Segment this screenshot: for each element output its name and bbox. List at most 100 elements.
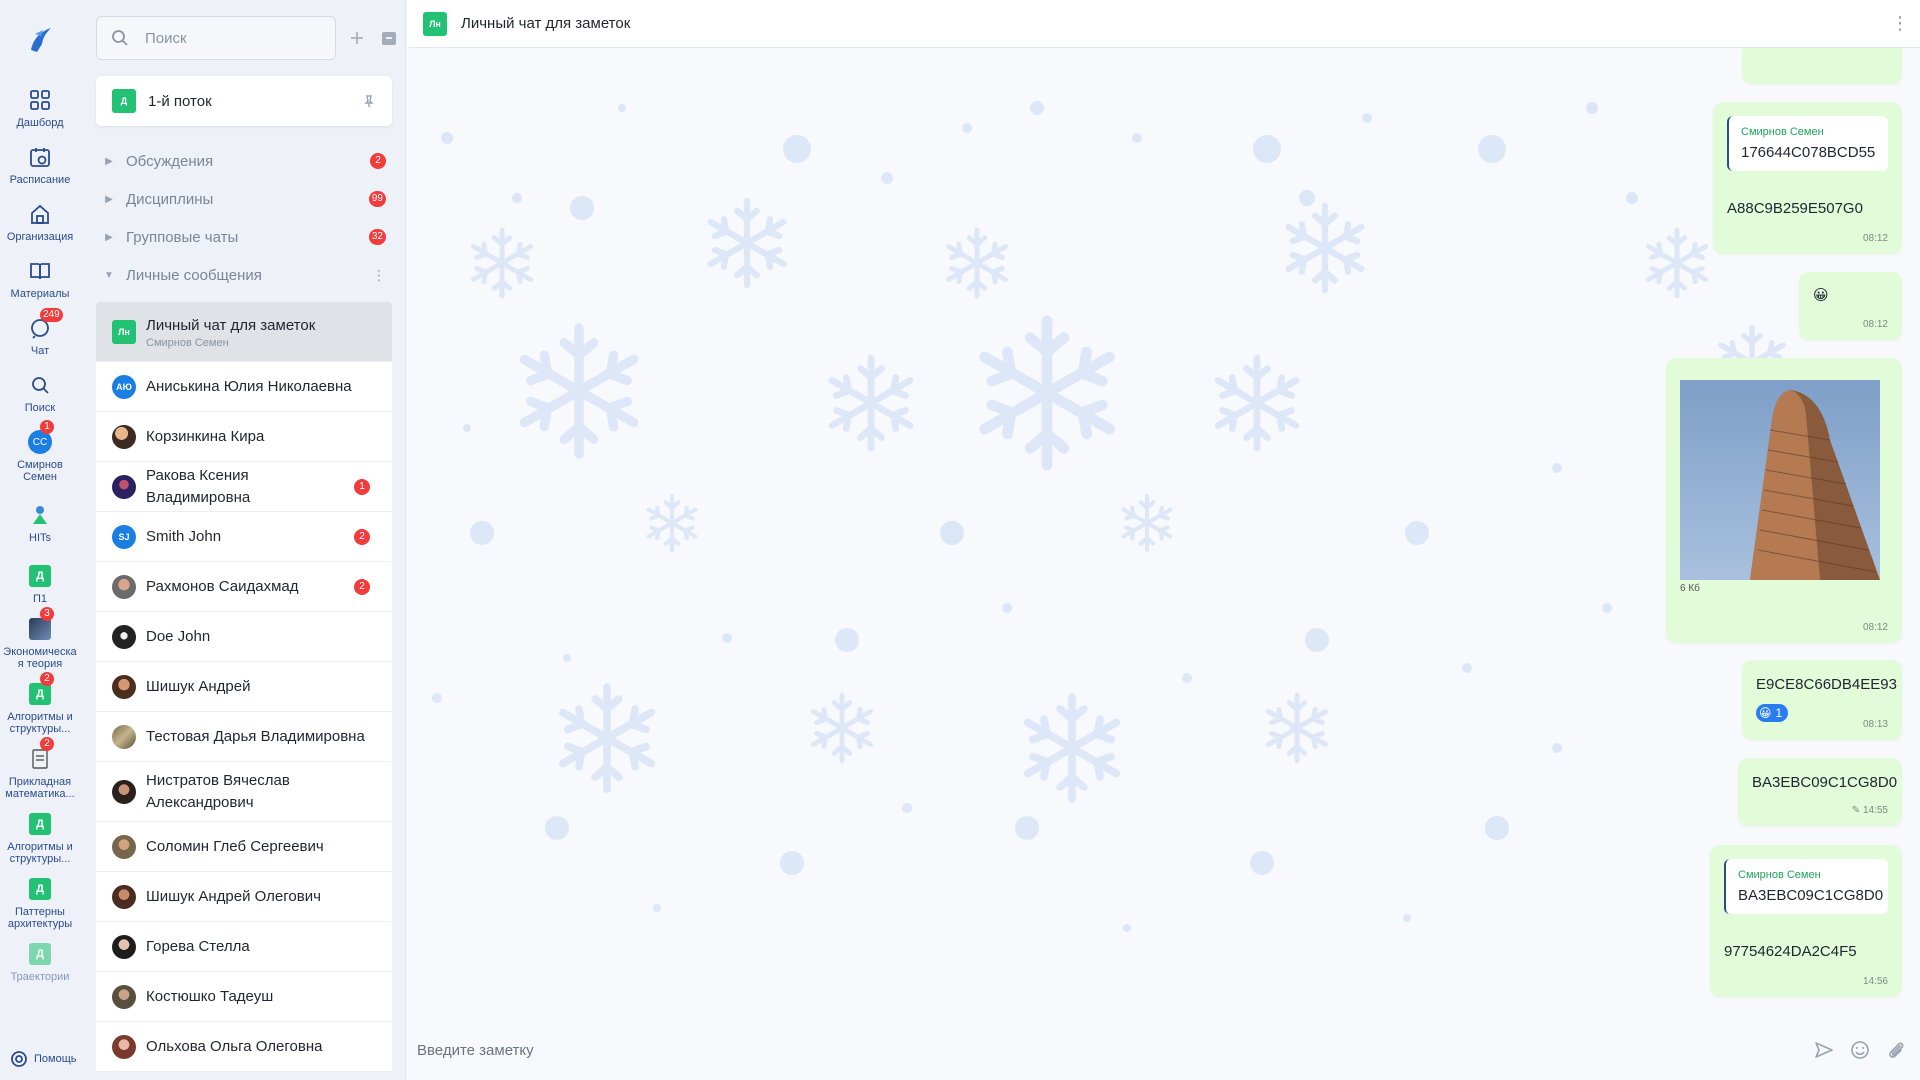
message-time: 08:12 — [1862, 622, 1888, 633]
rail-course-trajectories[interactable]: Д Траектории — [0, 940, 80, 983]
rail-course-applied-math[interactable]: 2 Прикладная математика... — [0, 737, 80, 800]
rail-label: Расписание — [9, 174, 71, 186]
rail-course-economics[interactable]: 3 Экономическая теория — [0, 607, 80, 670]
dm-item[interactable]: Шишук Андрей Олегович — [96, 872, 392, 922]
more-icon[interactable]: ⋮ — [372, 267, 386, 284]
dm-name: Соломин Глеб Сергеевич — [146, 837, 324, 855]
dm-item[interactable]: Костюшко Тадеуш — [96, 972, 392, 1022]
dm-item[interactable]: Шишук Андрей — [96, 662, 392, 712]
stream-card[interactable]: Д 1-й поток — [96, 76, 392, 126]
count-badge: 99 — [368, 191, 386, 207]
message-text: A88C9B259E507G0 — [1727, 200, 1863, 217]
dm-item[interactable]: АЮ Аниськина Юлия Николаевна — [96, 362, 392, 412]
section-disciplines[interactable]: ▶ Дисциплины 99 — [96, 184, 392, 214]
dm-item[interactable]: Нистратов Вячеслав Александрович — [96, 762, 392, 822]
avatar — [112, 574, 136, 599]
dm-name: Ольхова Ольга Олеговна — [146, 1037, 323, 1055]
avatar — [112, 474, 136, 499]
dm-name: Костюшко Тадеуш — [146, 987, 274, 1005]
course-icon: Д — [29, 565, 51, 587]
section-group-chats[interactable]: ▶ Групповые чаты 32 — [96, 222, 392, 252]
reaction-count: 1 — [1775, 706, 1783, 720]
section-label: Личные сообщения — [126, 266, 262, 284]
dm-item[interactable]: Соломин Глеб Сергеевич — [96, 822, 392, 872]
profile-avatar-wrap: СС 1 — [26, 420, 54, 456]
section-discussions[interactable]: ▶ Обсуждения 2 — [96, 146, 392, 176]
rail-course-algorithms-2[interactable]: Д Алгоритмы и структуры... — [0, 810, 80, 865]
course-icon: Д — [29, 813, 51, 835]
message-bubble[interactable]: Смирнов Семен BA3EBC09C1CG8D0 97754624DA… — [1710, 845, 1902, 997]
dm-item[interactable]: Рахмонов Саидахмад 2 — [96, 562, 392, 612]
rail-profile[interactable]: СС 1 Смирнов Семен — [0, 420, 80, 483]
send-button[interactable] — [1806, 1032, 1842, 1068]
app-rail: Дашборд Расписание Организация Материалы… — [0, 0, 80, 1080]
attach-button[interactable] — [1878, 1032, 1914, 1068]
message-bubble-partial[interactable] — [1742, 48, 1902, 84]
avatar: SJ — [112, 524, 136, 549]
caret-right-icon: ▶ — [105, 193, 113, 205]
caret-right-icon: ▶ — [105, 155, 113, 167]
unread-badge: 2 — [354, 528, 370, 545]
message-bubble-image[interactable]: 6 Кб 08:12 — [1666, 358, 1902, 643]
quote-author: Смирнов Семен — [1738, 869, 1821, 881]
dm-item[interactable]: SJ Smith John 2 — [96, 512, 392, 562]
dm-name: Личный чат для заметок — [146, 316, 316, 334]
rail-materials[interactable]: Материалы — [0, 257, 80, 300]
avatar — [112, 724, 136, 749]
message-text: E9CE8C66DB4EE93 — [1756, 676, 1897, 693]
course-badge: 2 — [40, 672, 54, 686]
rail-label: Траектории — [10, 971, 70, 983]
attached-image[interactable] — [1680, 380, 1880, 580]
archive-icon — [382, 32, 396, 45]
rail-chat[interactable]: 249 Чат — [0, 308, 80, 357]
message-input[interactable] — [417, 1041, 1806, 1059]
archive-button[interactable] — [378, 27, 400, 49]
rail-course-algorithms[interactable]: Д 2 Алгоритмы и структуры... — [0, 672, 80, 735]
message-bubble[interactable]: BA3EBC09C1CG8D0 ✎ 14:55 — [1738, 758, 1902, 826]
message-bubble[interactable]: Смирнов Семен 176644C078BCD55 A88C9B259E… — [1713, 102, 1902, 254]
message-time: 14:56 — [1862, 976, 1888, 987]
dm-subtitle: Смирнов Семен — [146, 336, 229, 349]
course-image-icon: 3 — [26, 607, 54, 643]
rail-dashboard[interactable]: Дашборд — [0, 86, 80, 129]
rail-course-patterns[interactable]: Д Паттерны архитектуры — [0, 875, 80, 930]
rail-label: Паттерны архитектуры — [7, 906, 73, 930]
file-size: 6 Кб — [1680, 583, 1700, 594]
building-icon — [26, 200, 54, 228]
hits-logo — [26, 501, 54, 529]
rail-label: Организация — [6, 231, 74, 243]
rail-label: Дашборд — [16, 117, 64, 129]
message-bubble[interactable]: E9CE8C66DB4EE93 😀 1 08:13 — [1742, 660, 1902, 740]
course-doc-icon: 2 — [26, 737, 54, 773]
rail-course-p1[interactable]: Д П1 — [0, 562, 80, 605]
quoted-message[interactable]: Смирнов Семен BA3EBC09C1CG8D0 — [1724, 859, 1888, 914]
emoji-button[interactable] — [1842, 1032, 1878, 1068]
dm-item[interactable]: Корзинкина Кира — [96, 412, 392, 462]
rail-search[interactable]: Поиск — [0, 371, 80, 414]
app-logo[interactable] — [20, 20, 60, 58]
section-label: Групповые чаты — [126, 228, 239, 246]
reaction-chip[interactable]: 😀 1 — [1756, 704, 1789, 722]
section-personal-messages[interactable]: ▼ Личные сообщения ⋮ — [96, 260, 392, 290]
quoted-message[interactable]: Смирнов Семен 176644C078BCD55 — [1727, 116, 1888, 171]
rail-hits[interactable]: HITs — [0, 501, 80, 544]
add-button[interactable] — [346, 27, 368, 49]
help-button[interactable]: Помощь — [10, 1050, 77, 1068]
pin-icon[interactable] — [362, 94, 376, 108]
rail-label: Чат — [30, 345, 50, 357]
dm-item[interactable]: Горева Стелла — [96, 922, 392, 972]
dm-item[interactable]: Лн Личный чат для заметок Смирнов Семен — [96, 302, 392, 362]
rail-organization[interactable]: Организация — [0, 200, 80, 243]
dm-item[interactable]: Тестовая Дарья Владимировна — [96, 712, 392, 762]
rail-label: Поиск — [24, 402, 56, 414]
more-icon[interactable]: ⋮ — [1880, 13, 1920, 34]
dm-item[interactable]: Ольхова Ольга Олеговна — [96, 1022, 392, 1072]
quote-text: 176644C078BCD55 — [1741, 144, 1876, 161]
search-input[interactable] — [145, 29, 315, 47]
dm-item[interactable]: Doe John — [96, 612, 392, 662]
rail-schedule[interactable]: Расписание — [0, 143, 80, 186]
message-bubble[interactable]: 😀 08:12 — [1799, 272, 1902, 340]
search-icon — [112, 30, 128, 46]
dm-item[interactable]: Ракова Ксения Владимировна 1 — [96, 462, 392, 512]
plus-icon — [351, 32, 363, 44]
